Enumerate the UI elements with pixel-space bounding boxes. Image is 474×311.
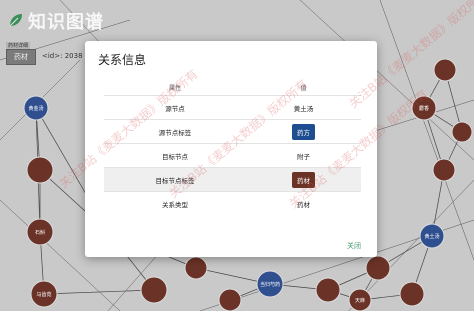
modal-title: 关系信息 [98, 53, 147, 67]
table-row: 源节点标签 药方 [104, 119, 361, 144]
graph-node-label: 当归芍药 [260, 281, 280, 288]
relation-info-modal: 关系信息 属性 值 源节点 黄土汤 源节点标签 药方 目标节点 附子 目标节点标… [85, 41, 377, 257]
graph-node-label: 石斛 [35, 229, 45, 236]
top-bar: 知识图谱 [0, 0, 474, 40]
graph-node[interactable]: 马齿苋 [30, 280, 58, 308]
node-id-text: <id>: 2038 [42, 52, 83, 60]
row-value: 药方 [246, 119, 361, 144]
graph-node-label: 马齿苋 [36, 291, 51, 298]
table-row: 目标节点标签 药材 [104, 167, 361, 192]
leaf-icon [9, 14, 22, 27]
header-value: 值 [300, 84, 307, 92]
row-key: 源节点 [104, 95, 246, 120]
row-key: 源节点标签 [104, 119, 246, 144]
graph-node[interactable]: 麝香 [411, 95, 437, 121]
close-button[interactable]: 关闭 [347, 241, 361, 251]
graph-node[interactable] [433, 58, 457, 82]
row-key: 关系类型 [104, 191, 246, 215]
row-value: 药材 [246, 167, 361, 192]
row-key: 目标节点标签 [104, 167, 246, 192]
graph-node[interactable]: 石斛 [26, 218, 54, 246]
graph-edge [43, 289, 155, 295]
row-value: 药材 [246, 191, 361, 215]
graph-node[interactable]: 当归芍药 [256, 270, 284, 298]
graph-node[interactable] [26, 156, 54, 184]
header-key: 属性 [168, 84, 181, 92]
relation-table: 属性 值 源节点 黄土汤 源节点标签 药方 目标节点 附子 目标节点标签 药材 … [104, 79, 361, 215]
graph-node[interactable] [218, 288, 242, 311]
graph-node[interactable] [184, 256, 208, 280]
graph-node[interactable] [399, 281, 425, 307]
graph-node[interactable] [432, 158, 456, 182]
node-type-chip[interactable]: 药材 [6, 49, 36, 65]
graph-node-label: 黄金汤 [28, 105, 43, 112]
graph-node-label: 麝香 [419, 105, 429, 112]
graph-node[interactable]: 天麻 [348, 288, 372, 311]
graph-node[interactable] [140, 276, 168, 304]
graph-node[interactable] [315, 277, 341, 303]
table-row: 目标节点 附子 [104, 143, 361, 168]
table-header-row: 属性 值 [104, 79, 361, 96]
graph-node-label: 黄土汤 [424, 233, 439, 240]
source-label-tag: 药方 [292, 123, 315, 140]
app-title: 知识图谱 [28, 12, 104, 33]
graph-node[interactable] [365, 255, 391, 281]
graph-node[interactable]: 黄土汤 [419, 223, 445, 249]
table-row: 源节点 黄土汤 [104, 95, 361, 120]
target-label-tag: 药材 [292, 171, 315, 188]
row-value: 附子 [246, 143, 361, 168]
graph-node[interactable]: 黄金汤 [23, 95, 49, 121]
row-value: 黄土汤 [246, 95, 361, 120]
graph-node[interactable] [451, 121, 473, 143]
node-detail-label: 药材详细 [6, 42, 31, 49]
graph-node-label: 天麻 [355, 297, 365, 304]
row-key: 目标节点 [104, 143, 246, 168]
table-row: 关系类型 药材 [104, 191, 361, 215]
